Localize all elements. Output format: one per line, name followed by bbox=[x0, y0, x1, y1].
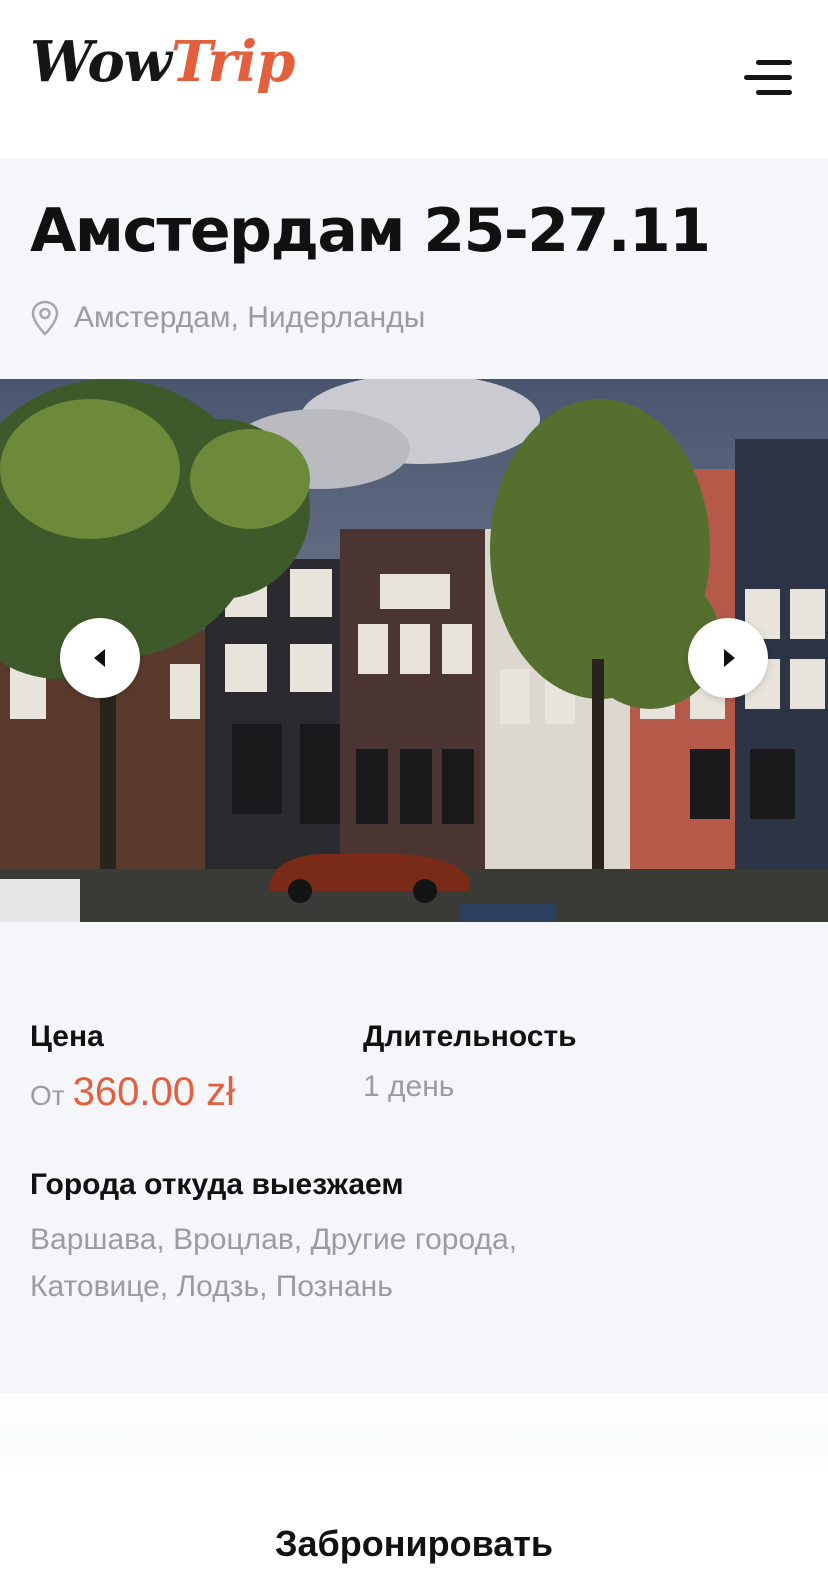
hamburger-menu-icon[interactable] bbox=[740, 56, 792, 102]
logo-part-trip: Trip bbox=[170, 29, 296, 95]
footer-divider bbox=[0, 1394, 828, 1474]
duration-value: 1 день bbox=[363, 1070, 455, 1103]
logo-part-wow: Wow bbox=[30, 29, 172, 95]
map-pin-icon bbox=[31, 300, 59, 336]
location-text: Амстердам, Нидерланды bbox=[74, 301, 426, 334]
book-button-label: Забронировать bbox=[274, 1522, 554, 1564]
chevron-right-icon bbox=[724, 649, 735, 667]
cities-label: Города откуда выезжаем bbox=[30, 1168, 404, 1201]
site-header: WowTrip bbox=[0, 0, 828, 158]
price-label: Цена bbox=[30, 1020, 104, 1053]
duration-label: Длительность bbox=[363, 1020, 577, 1053]
price-value: 360.00 zł bbox=[72, 1070, 235, 1114]
gallery-prev-button[interactable] bbox=[60, 618, 140, 698]
departure-cities: Варшава, Вроцлав, Другие города, Катовиц… bbox=[30, 1223, 518, 1303]
price-prefix: От bbox=[30, 1080, 65, 1111]
chevron-left-icon bbox=[94, 649, 105, 667]
tour-location: Амстердам, Нидерланды bbox=[30, 300, 425, 336]
photo-gallery[interactable] bbox=[0, 379, 828, 922]
page-title: Амстердам 25-27.11 bbox=[30, 196, 711, 266]
wowtrip-logo[interactable]: WowTrip bbox=[30, 34, 295, 90]
price: От 360.00 zł bbox=[30, 1070, 235, 1115]
gallery-next-button[interactable] bbox=[688, 618, 768, 698]
tour-details: Амстердам 25-27.11 Амстердам, Нидерланды bbox=[0, 158, 828, 1394]
book-button[interactable]: Забронировать bbox=[0, 1474, 828, 1591]
